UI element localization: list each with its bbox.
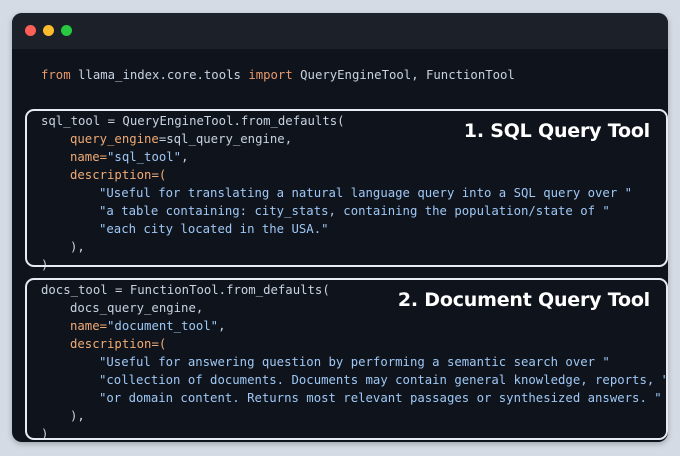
module-path: llama_index.core.tools (70, 68, 249, 82)
docs-tool-label: 2. Document Query Tool (397, 289, 650, 311)
import-line: from llama_index.core.tools import Query… (41, 66, 515, 84)
import-names: QueryEngineTool, FunctionTool (292, 68, 515, 82)
keyword-import: import (248, 68, 293, 82)
sql-tool-label: 1. SQL Query Tool (463, 120, 650, 142)
keyword-from: from (41, 68, 71, 82)
code-window: from llama_index.core.tools import Query… (12, 13, 668, 442)
